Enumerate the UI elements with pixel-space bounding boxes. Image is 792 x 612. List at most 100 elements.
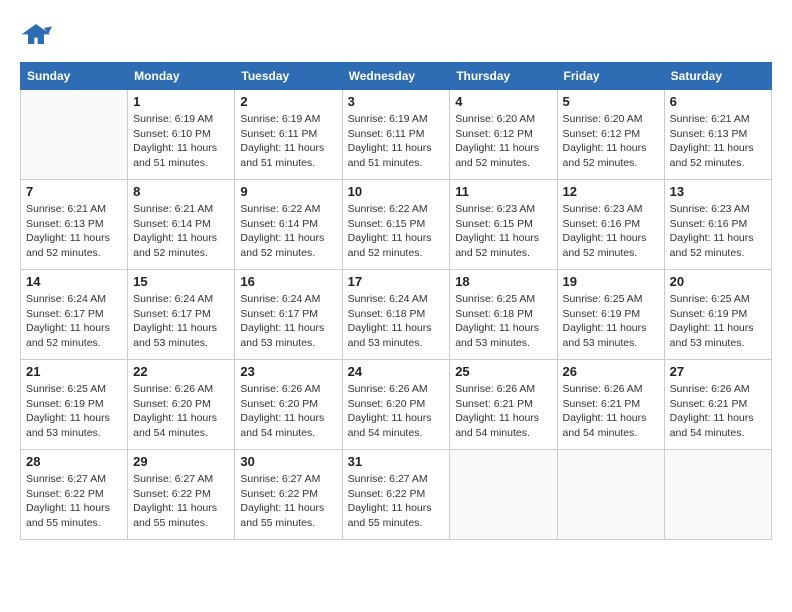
calendar-day-cell: 20 Sunrise: 6:25 AMSunset: 6:19 PMDayligh…	[664, 270, 771, 360]
day-number: 16	[240, 274, 336, 289]
calendar-week-row: 28 Sunrise: 6:27 AMSunset: 6:22 PMDayligh…	[21, 450, 772, 540]
day-info: Sunrise: 6:26 AMSunset: 6:21 PMDaylight:…	[563, 382, 659, 441]
day-number: 2	[240, 94, 336, 109]
calendar-day-cell: 7Sunrise: 6:21 AMSunset: 6:13 PMDaylight…	[21, 180, 128, 270]
weekday-header: Saturday	[664, 63, 771, 90]
day-number: 19	[563, 274, 659, 289]
calendar-day-cell	[557, 450, 664, 540]
calendar-day-cell	[450, 450, 557, 540]
calendar-day-cell: 30Sunrise: 6:27 AMSunset: 6:22 PMDayligh…	[235, 450, 342, 540]
logo	[20, 20, 54, 52]
day-number: 10	[348, 184, 445, 199]
day-number: 17	[348, 274, 445, 289]
calendar-day-cell: 2 Sunrise: 6:19 AMSunset: 6:11 PMDaylight…	[235, 90, 342, 180]
weekday-header: Sunday	[21, 63, 128, 90]
calendar-day-cell: 18 Sunrise: 6:25 AMSunset: 6:18 PMDayligh…	[450, 270, 557, 360]
weekday-header: Monday	[128, 63, 235, 90]
day-info: Sunrise: 6:19 AMSunset: 6:11 PMDaylight:…	[348, 112, 445, 171]
calendar-day-cell: 10 Sunrise: 6:22 AMSunset: 6:15 PMDayligh…	[342, 180, 450, 270]
day-number: 15	[133, 274, 229, 289]
day-info: Sunrise: 6:22 AMSunset: 6:15 PMDaylight:…	[348, 202, 445, 261]
day-info: Sunrise: 6:24 AMSunset: 6:17 PMDaylight:…	[133, 292, 229, 351]
day-number: 5	[563, 94, 659, 109]
calendar-day-cell: 27 Sunrise: 6:26 AMSunset: 6:21 PMDayligh…	[664, 360, 771, 450]
logo-bird-icon	[20, 20, 52, 52]
day-info: Sunrise: 6:26 AMSunset: 6:20 PMDaylight:…	[133, 382, 229, 441]
page-header	[20, 20, 772, 52]
day-info: Sunrise: 6:24 AMSunset: 6:18 PMDaylight:…	[348, 292, 445, 351]
day-info: Sunrise: 6:26 AMSunset: 6:21 PMDaylight:…	[670, 382, 766, 441]
day-number: 8	[133, 184, 229, 199]
calendar-day-cell: 15 Sunrise: 6:24 AMSunset: 6:17 PMDayligh…	[128, 270, 235, 360]
day-number: 3	[348, 94, 445, 109]
calendar-week-row: 14 Sunrise: 6:24 AMSunset: 6:17 PMDayligh…	[21, 270, 772, 360]
day-number: 22	[133, 364, 229, 379]
calendar-day-cell: 25Sunrise: 6:26 AMSunset: 6:21 PMDayligh…	[450, 360, 557, 450]
day-number: 4	[455, 94, 551, 109]
day-info: Sunrise: 6:25 AMSunset: 6:18 PMDaylight:…	[455, 292, 551, 351]
calendar-day-cell: 24Sunrise: 6:26 AMSunset: 6:20 PMDayligh…	[342, 360, 450, 450]
day-number: 30	[240, 454, 336, 469]
day-info: Sunrise: 6:26 AMSunset: 6:20 PMDaylight:…	[240, 382, 336, 441]
calendar-day-cell: 8 Sunrise: 6:21 AMSunset: 6:14 PMDaylight…	[128, 180, 235, 270]
day-info: Sunrise: 6:27 AMSunset: 6:22 PMDaylight:…	[26, 472, 122, 531]
day-info: Sunrise: 6:25 AMSunset: 6:19 PMDaylight:…	[670, 292, 766, 351]
calendar-day-cell	[21, 90, 128, 180]
calendar-week-row: 1Sunrise: 6:19 AMSunset: 6:10 PMDaylight…	[21, 90, 772, 180]
day-info: Sunrise: 6:26 AMSunset: 6:21 PMDaylight:…	[455, 382, 551, 441]
calendar-day-cell: 5 Sunrise: 6:20 AMSunset: 6:12 PMDaylight…	[557, 90, 664, 180]
day-info: Sunrise: 6:27 AMSunset: 6:22 PMDaylight:…	[348, 472, 445, 531]
day-number: 27	[670, 364, 766, 379]
day-info: Sunrise: 6:20 AMSunset: 6:12 PMDaylight:…	[563, 112, 659, 171]
calendar-day-cell: 14Sunrise: 6:24 AMSunset: 6:17 PMDayligh…	[21, 270, 128, 360]
day-info: Sunrise: 6:24 AMSunset: 6:17 PMDaylight:…	[240, 292, 336, 351]
day-info: Sunrise: 6:26 AMSunset: 6:20 PMDaylight:…	[348, 382, 445, 441]
day-number: 14	[26, 274, 122, 289]
calendar-day-cell: 4 Sunrise: 6:20 AMSunset: 6:12 PMDaylight…	[450, 90, 557, 180]
calendar-day-cell: 17 Sunrise: 6:24 AMSunset: 6:18 PMDayligh…	[342, 270, 450, 360]
weekday-header: Friday	[557, 63, 664, 90]
calendar-day-cell: 28 Sunrise: 6:27 AMSunset: 6:22 PMDayligh…	[21, 450, 128, 540]
day-info: Sunrise: 6:22 AMSunset: 6:14 PMDaylight:…	[240, 202, 336, 261]
calendar-day-cell: 12Sunrise: 6:23 AMSunset: 6:16 PMDayligh…	[557, 180, 664, 270]
day-number: 6	[670, 94, 766, 109]
day-number: 20	[670, 274, 766, 289]
day-number: 18	[455, 274, 551, 289]
day-info: Sunrise: 6:23 AMSunset: 6:16 PMDaylight:…	[563, 202, 659, 261]
calendar-day-cell: 19Sunrise: 6:25 AMSunset: 6:19 PMDayligh…	[557, 270, 664, 360]
calendar-week-row: 7Sunrise: 6:21 AMSunset: 6:13 PMDaylight…	[21, 180, 772, 270]
day-number: 21	[26, 364, 122, 379]
day-info: Sunrise: 6:21 AMSunset: 6:13 PMDaylight:…	[670, 112, 766, 171]
day-number: 26	[563, 364, 659, 379]
day-number: 28	[26, 454, 122, 469]
day-info: Sunrise: 6:27 AMSunset: 6:22 PMDaylight:…	[133, 472, 229, 531]
day-number: 11	[455, 184, 551, 199]
calendar-day-cell: 23Sunrise: 6:26 AMSunset: 6:20 PMDayligh…	[235, 360, 342, 450]
calendar-day-cell	[664, 450, 771, 540]
calendar-day-cell: 22 Sunrise: 6:26 AMSunset: 6:20 PMDayligh…	[128, 360, 235, 450]
day-number: 9	[240, 184, 336, 199]
day-number: 31	[348, 454, 445, 469]
calendar-day-cell: 1Sunrise: 6:19 AMSunset: 6:10 PMDaylight…	[128, 90, 235, 180]
calendar-day-cell: 3 Sunrise: 6:19 AMSunset: 6:11 PMDaylight…	[342, 90, 450, 180]
day-info: Sunrise: 6:19 AMSunset: 6:11 PMDaylight:…	[240, 112, 336, 171]
calendar-day-cell: 21 Sunrise: 6:25 AMSunset: 6:19 PMDayligh…	[21, 360, 128, 450]
day-info: Sunrise: 6:21 AMSunset: 6:13 PMDaylight:…	[26, 202, 122, 261]
day-number: 29	[133, 454, 229, 469]
weekday-header: Thursday	[450, 63, 557, 90]
calendar-day-cell: 29 Sunrise: 6:27 AMSunset: 6:22 PMDayligh…	[128, 450, 235, 540]
day-number: 13	[670, 184, 766, 199]
weekday-header: Wednesday	[342, 63, 450, 90]
day-info: Sunrise: 6:20 AMSunset: 6:12 PMDaylight:…	[455, 112, 551, 171]
calendar-week-row: 21 Sunrise: 6:25 AMSunset: 6:19 PMDayligh…	[21, 360, 772, 450]
calendar-table: SundayMondayTuesdayWednesdayThursdayFrid…	[20, 62, 772, 540]
calendar-day-cell: 9 Sunrise: 6:22 AMSunset: 6:14 PMDaylight…	[235, 180, 342, 270]
day-info: Sunrise: 6:23 AMSunset: 6:16 PMDaylight:…	[670, 202, 766, 261]
day-info: Sunrise: 6:19 AMSunset: 6:10 PMDaylight:…	[133, 112, 229, 171]
calendar-day-cell: 13 Sunrise: 6:23 AMSunset: 6:16 PMDayligh…	[664, 180, 771, 270]
calendar-day-cell: 16 Sunrise: 6:24 AMSunset: 6:17 PMDayligh…	[235, 270, 342, 360]
day-info: Sunrise: 6:21 AMSunset: 6:14 PMDaylight:…	[133, 202, 229, 261]
calendar-day-cell: 31 Sunrise: 6:27 AMSunset: 6:22 PMDayligh…	[342, 450, 450, 540]
calendar-day-cell: 11Sunrise: 6:23 AMSunset: 6:15 PMDayligh…	[450, 180, 557, 270]
day-info: Sunrise: 6:25 AMSunset: 6:19 PMDaylight:…	[26, 382, 122, 441]
